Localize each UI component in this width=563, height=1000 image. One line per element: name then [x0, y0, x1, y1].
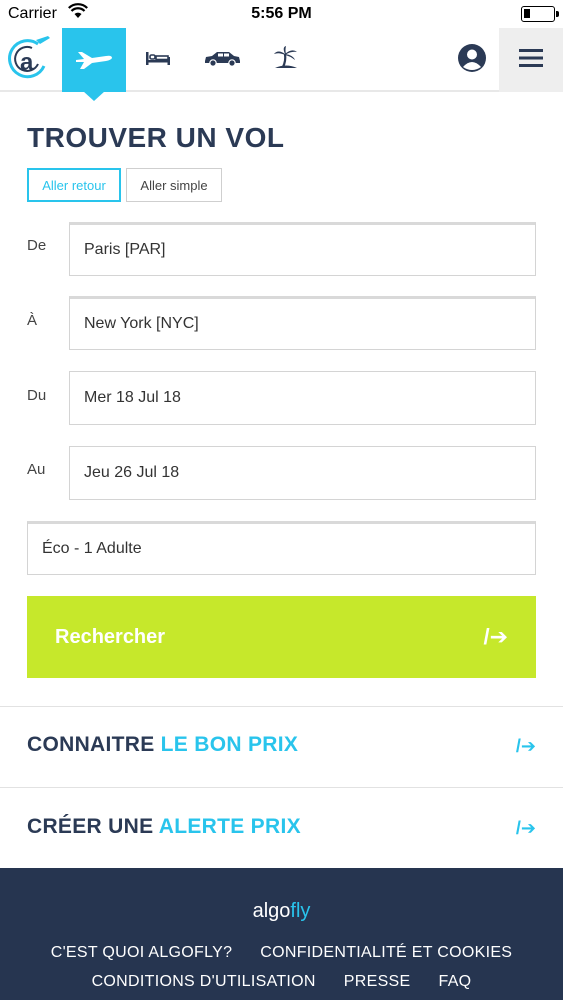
origin-input[interactable]: Paris [PAR] — [69, 222, 536, 276]
algofly-logo[interactable]: a — [8, 30, 52, 86]
status-bar: Carrier 5:56 PM — [0, 0, 563, 28]
page-title: TROUVER UN VOL — [27, 122, 285, 153]
depart-label: Du — [27, 387, 47, 404]
tab-hotels[interactable] — [126, 28, 190, 92]
search-button[interactable]: Rechercher /➔ — [27, 596, 536, 678]
price-alert-link[interactable]: CRÉER UNE ALERTE PRIX /➔ — [0, 788, 563, 868]
footer-link-faq[interactable]: FAQ — [439, 973, 472, 990]
footer-link-press[interactable]: PRESSE — [344, 973, 411, 990]
plane-icon — [74, 46, 114, 75]
hamburger-icon — [519, 48, 543, 73]
good-price-link[interactable]: CONNAITRE LE BON PRIX /➔ — [0, 707, 563, 787]
good-price-link-text: CONNAITRE LE BON PRIX — [27, 733, 298, 757]
palm-tree-icon — [273, 45, 299, 75]
hamburger-menu-button[interactable] — [499, 28, 563, 92]
slash-arrow-icon: /➔ — [515, 818, 536, 838]
round-trip-toggle[interactable]: Aller retour — [27, 168, 121, 202]
footer-links-row-1: C'EST QUOI ALGOFLY? CONFIDENTIALITÉ ET CO… — [0, 944, 563, 962]
return-date-input[interactable]: Jeu 26 Jul 18 — [69, 446, 536, 500]
tab-cars[interactable] — [190, 28, 254, 92]
slash-arrow-icon: /➔ — [515, 736, 536, 756]
footer-link-privacy[interactable]: CONFIDENTIALITÉ ET COOKIES — [260, 944, 512, 961]
search-button-label: Rechercher — [55, 625, 166, 648]
bed-icon — [145, 49, 171, 72]
svg-text:a: a — [20, 49, 34, 76]
battery-icon — [521, 6, 559, 22]
good-price-text-b: LE BON PRIX — [160, 733, 299, 756]
cabin-passengers-select[interactable]: Éco - 1 Adulte — [27, 521, 536, 575]
tab-holidays[interactable] — [254, 28, 318, 92]
tab-flights[interactable] — [62, 28, 126, 101]
price-alert-text-a: CRÉER UNE — [27, 815, 159, 838]
clock: 5:56 PM — [251, 5, 312, 22]
slash-arrow-icon: /➔ — [483, 624, 508, 649]
footer-links-row-2: CONDITIONS D'UTILISATION PRESSE FAQ — [0, 973, 563, 991]
account-icon[interactable] — [456, 42, 488, 74]
one-way-toggle[interactable]: Aller simple — [126, 168, 222, 202]
brand-algo: algo — [252, 900, 291, 922]
price-alert-link-text: CRÉER UNE ALERTE PRIX — [27, 815, 301, 839]
top-navigation: a — [0, 28, 563, 101]
price-alert-text-b: ALERTE PRIX — [158, 815, 301, 838]
car-icon — [203, 49, 241, 72]
footer-link-about[interactable]: C'EST QUOI ALGOFLY? — [51, 944, 233, 961]
footer-logo[interactable]: algofly — [0, 900, 563, 923]
from-label: De — [27, 237, 47, 254]
destination-input[interactable]: New York [NYC] — [69, 296, 536, 350]
depart-date-input[interactable]: Mer 18 Jul 18 — [69, 371, 536, 425]
brand-fly: fly — [290, 900, 311, 922]
to-label: À — [27, 312, 38, 329]
good-price-text-a: CONNAITRE — [27, 733, 161, 756]
footer: algofly C'EST QUOI ALGOFLY? CONFIDENTIALI… — [0, 868, 563, 1000]
footer-link-terms[interactable]: CONDITIONS D'UTILISATION — [92, 973, 316, 990]
return-label: Au — [27, 461, 46, 478]
